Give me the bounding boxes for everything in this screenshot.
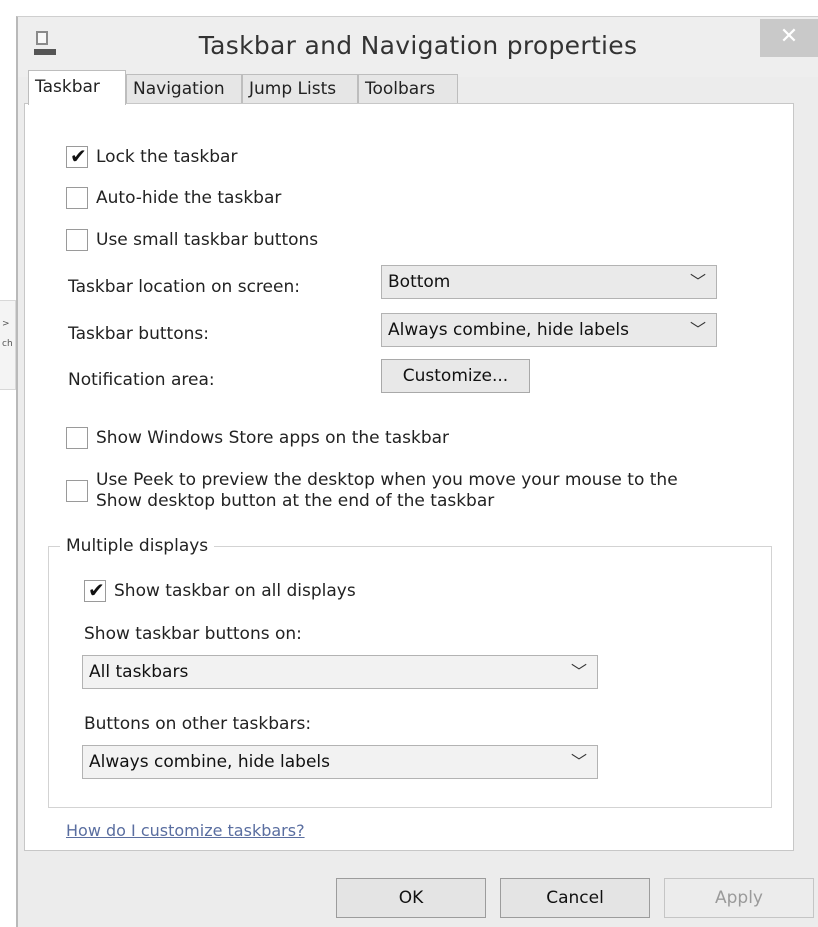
window-title: Taskbar and Navigation properties xyxy=(198,31,638,60)
tab-taskbar[interactable]: Taskbar xyxy=(28,70,126,105)
close-button[interactable]: ✕ xyxy=(760,19,818,57)
show-all-displays-option[interactable]: ✔ Show taskbar on all displays xyxy=(84,578,356,602)
ok-button[interactable]: OK xyxy=(336,878,486,918)
tab-jump-lists[interactable]: Jump Lists xyxy=(242,74,358,103)
background-edge-text: ch xyxy=(2,339,13,349)
show-all-displays-checkbox[interactable]: ✔ xyxy=(84,578,106,602)
auto-hide-checkbox[interactable] xyxy=(66,187,88,209)
chevron-down-icon: ﹀ xyxy=(570,662,587,681)
auto-hide-option[interactable]: Auto-hide the taskbar xyxy=(66,187,281,209)
tab-navigation[interactable]: Navigation xyxy=(126,74,242,103)
small-buttons-checkbox[interactable] xyxy=(66,229,88,251)
store-apps-checkbox[interactable] xyxy=(66,427,88,449)
show-all-displays-label: Show taskbar on all displays xyxy=(114,581,356,601)
lock-taskbar-option[interactable]: ✔ Lock the taskbar xyxy=(66,144,238,168)
taskbar-buttons-dropdown[interactable]: Always combine, hide labels ﹀ xyxy=(381,313,717,347)
peek-checkbox[interactable] xyxy=(66,480,88,502)
peek-label-line2: Show desktop button at the end of the ta… xyxy=(96,491,495,511)
checkmark-icon: ✔ xyxy=(70,144,87,168)
small-buttons-label: Use small taskbar buttons xyxy=(96,230,319,250)
notification-area-label: Notification area: xyxy=(68,370,215,390)
store-apps-label: Show Windows Store apps on the taskbar xyxy=(96,428,450,448)
background-window-edge: > ch xyxy=(0,300,16,390)
chevron-down-icon: ﹀ xyxy=(570,752,587,771)
location-value: Bottom xyxy=(388,272,451,292)
auto-hide-label: Auto-hide the taskbar xyxy=(96,188,282,208)
show-buttons-on-dropdown[interactable]: All taskbars ﹀ xyxy=(82,655,598,689)
peek-label-line1: Use Peek to preview the desktop when you… xyxy=(96,470,678,490)
peek-option[interactable]: Use Peek to preview the desktop when you… xyxy=(66,470,678,512)
title-bar[interactable]: Taskbar and Navigation properties ✕ xyxy=(18,17,818,77)
small-buttons-option[interactable]: Use small taskbar buttons xyxy=(66,229,318,251)
other-taskbars-label: Buttons on other taskbars: xyxy=(84,714,312,734)
lock-taskbar-label: Lock the taskbar xyxy=(96,147,238,167)
close-icon: ✕ xyxy=(779,24,799,49)
peek-label: Use Peek to preview the desktop when you… xyxy=(96,470,678,512)
help-link[interactable]: How do I customize taskbars? xyxy=(66,821,305,840)
customize-button[interactable]: Customize... xyxy=(381,359,530,393)
chevron-down-icon: ﹀ xyxy=(689,320,706,339)
tab-toolbars[interactable]: Toolbars xyxy=(358,74,458,103)
cancel-button[interactable]: Cancel xyxy=(500,878,650,918)
apply-button[interactable]: Apply xyxy=(664,878,814,918)
lock-taskbar-checkbox[interactable]: ✔ xyxy=(66,144,88,168)
show-buttons-on-value: All taskbars xyxy=(89,662,189,682)
location-label: Taskbar location on screen: xyxy=(68,277,300,297)
other-taskbars-value: Always combine, hide labels xyxy=(89,752,330,772)
checkmark-icon: ✔ xyxy=(88,578,105,602)
background-edge-text: > xyxy=(2,319,10,329)
store-apps-option[interactable]: Show Windows Store apps on the taskbar xyxy=(66,427,449,449)
location-dropdown[interactable]: Bottom ﹀ xyxy=(381,265,717,299)
multiple-displays-title: Multiple displays xyxy=(60,536,215,556)
chevron-down-icon: ﹀ xyxy=(689,272,706,291)
other-taskbars-dropdown[interactable]: Always combine, hide labels ﹀ xyxy=(82,745,598,779)
taskbar-buttons-value: Always combine, hide labels xyxy=(388,320,629,340)
show-buttons-on-label: Show taskbar buttons on: xyxy=(84,624,302,644)
taskbar-buttons-label: Taskbar buttons: xyxy=(68,324,209,344)
